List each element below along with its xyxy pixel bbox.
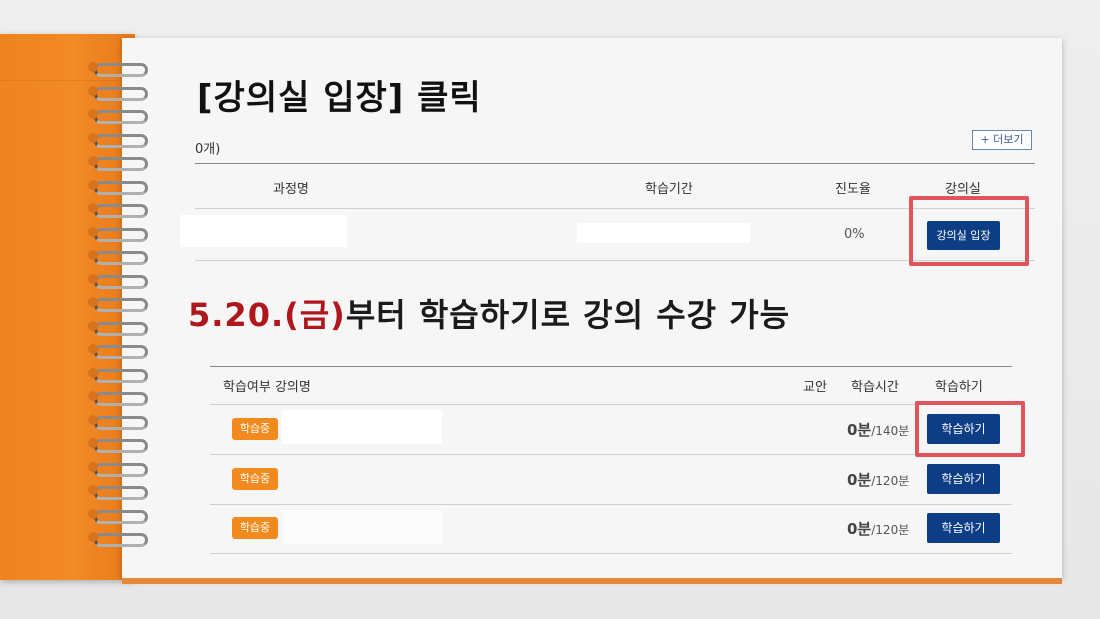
page-title: [강의실 입장] 클릭 xyxy=(197,78,482,118)
spiral-ring xyxy=(88,201,156,218)
study-time: 0분/120분 xyxy=(847,520,910,538)
status-badge: 학습중 xyxy=(232,418,278,440)
spiral-ring xyxy=(88,436,156,453)
spiral-ring xyxy=(88,507,156,524)
course-name-redacted xyxy=(180,215,347,247)
notice-date: 5.20. xyxy=(188,296,285,334)
notice-headline: 5.20.(금)부터 학습하기로 강의 수강 가능 xyxy=(188,290,790,336)
spiral-ring xyxy=(88,483,156,500)
spiral-ring xyxy=(88,530,156,547)
status-badge: 학습중 xyxy=(232,517,278,539)
spiral-ring xyxy=(88,107,156,124)
header-status-lecture: 학습여부 강의명 xyxy=(223,380,311,395)
spiral-ring xyxy=(88,460,156,477)
course-count-label: 0개) xyxy=(195,142,221,157)
highlight-box-study xyxy=(915,401,1025,457)
spiral-ring xyxy=(88,366,156,383)
header-study-time: 학습시간 xyxy=(851,380,899,395)
notice-day: (금) xyxy=(284,296,346,334)
header-course-name: 과정명 xyxy=(273,182,309,197)
notice-text: 부터 학습하기로 강의 수강 가능 xyxy=(345,296,791,334)
spiral-ring xyxy=(88,295,156,312)
spiral-ring xyxy=(88,248,156,265)
spiral-ring xyxy=(88,225,156,242)
notebook-page-edge xyxy=(122,578,1062,584)
spiral-binding xyxy=(88,60,168,560)
spiral-ring xyxy=(88,413,156,430)
more-button[interactable]: + 더보기 xyxy=(972,130,1032,150)
study-button[interactable]: 학습하기 xyxy=(927,513,1000,543)
spiral-ring xyxy=(88,342,156,359)
highlight-box-classroom xyxy=(909,196,1029,266)
spiral-ring xyxy=(88,319,156,336)
study-time: 0분/120분 xyxy=(847,471,910,489)
period-redacted xyxy=(577,223,750,243)
spiral-ring xyxy=(88,154,156,171)
header-period: 학습기간 xyxy=(645,182,693,197)
progress-value: 0% xyxy=(844,227,865,242)
spiral-ring xyxy=(88,272,156,289)
header-progress: 진도율 xyxy=(835,182,871,197)
header-study: 학습하기 xyxy=(935,380,983,395)
header-classroom: 강의실 xyxy=(945,182,981,197)
spiral-ring xyxy=(88,178,156,195)
study-time: 0분/140분 xyxy=(847,421,910,439)
spiral-ring xyxy=(88,131,156,148)
status-badge: 학습중 xyxy=(232,468,278,490)
study-button[interactable]: 학습하기 xyxy=(927,464,1000,494)
lecture-list-panel: 학습여부 강의명 교안 학습시간 학습하기 학습중 0분/140분 학습하기 학… xyxy=(210,350,1012,555)
spiral-ring xyxy=(88,84,156,101)
lecture-name-redacted xyxy=(282,410,442,444)
header-material: 교안 xyxy=(803,380,827,395)
spiral-ring xyxy=(88,389,156,406)
lecture-name-redacted xyxy=(282,510,442,544)
spiral-ring xyxy=(88,60,156,77)
